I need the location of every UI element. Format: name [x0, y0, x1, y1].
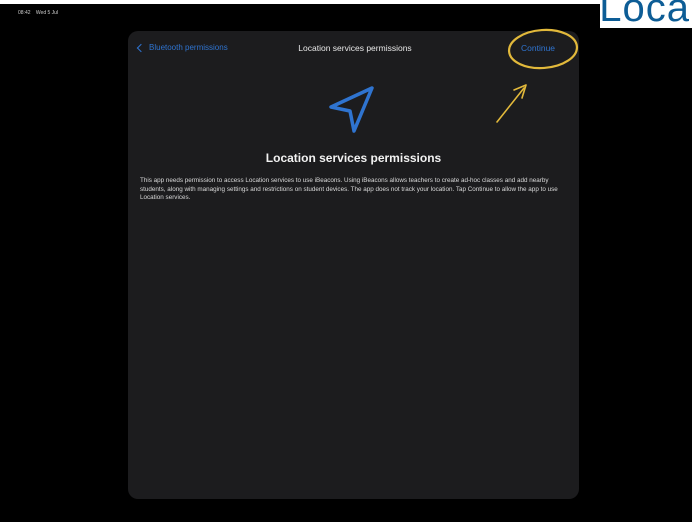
location-arrow-icon: [329, 86, 374, 133]
permission-heading: Location services permissions: [265, 151, 442, 165]
screenshot-stage: Loca 08:42 Wed 5 Jul Bluetooth permissio…: [0, 0, 692, 522]
chevron-left-icon: [136, 43, 146, 52]
back-button-label: Bluetooth permissions: [149, 43, 228, 52]
status-bar: 08:42 Wed 5 Jul: [18, 10, 62, 16]
sheet-nav-bar: Bluetooth permissions Location services …: [128, 31, 579, 67]
status-date: Wed 5 Jul: [35, 10, 59, 16]
back-button[interactable]: Bluetooth permissions: [136, 43, 228, 52]
continue-button[interactable]: Continue: [521, 43, 555, 53]
permission-description: This app needs permission to access Loca…: [140, 177, 558, 201]
status-time: 08:42: [18, 10, 31, 16]
sheet-title: Location services permissions: [298, 43, 412, 53]
slide-title-fragment: Loca: [599, 0, 690, 28]
permissions-sheet: Bluetooth permissions Location services …: [128, 31, 579, 499]
